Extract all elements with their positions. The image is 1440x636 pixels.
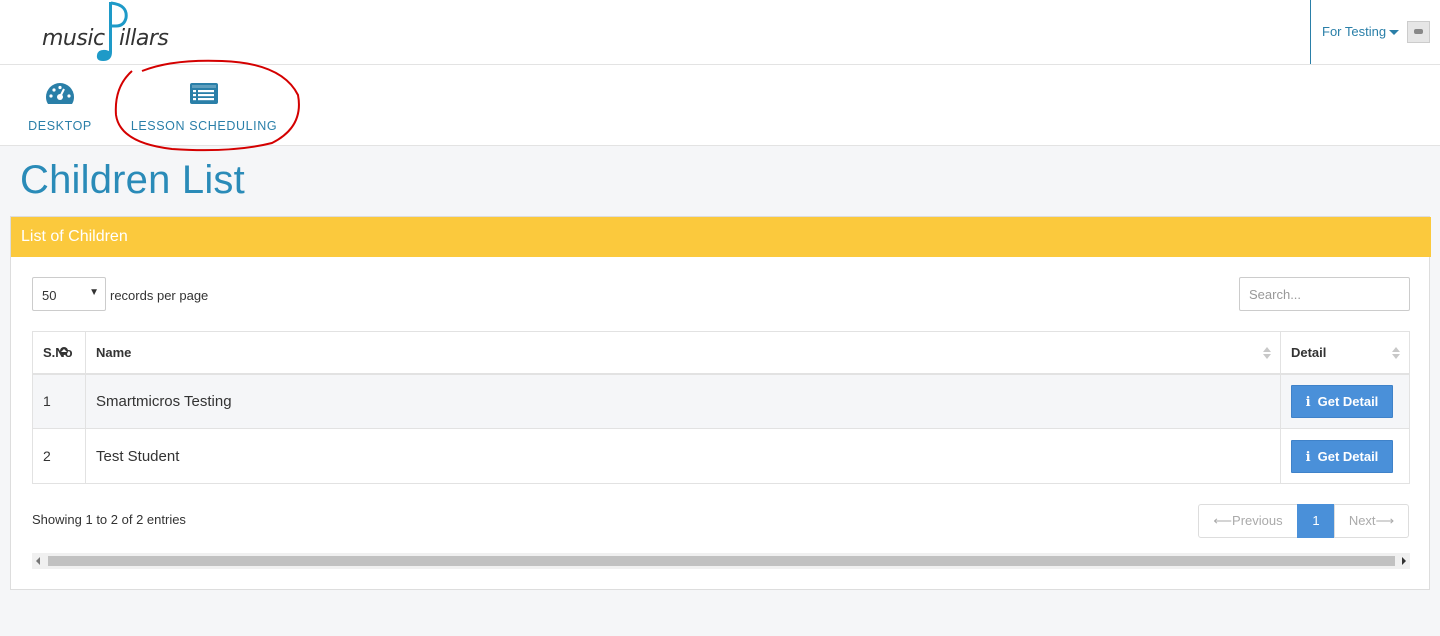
music-pillars-logo[interactable]: music illars [40, 0, 170, 64]
arrow-left-icon: ⟵ [1213, 513, 1233, 528]
list-icon [189, 82, 219, 111]
button-label: Get Detail [1317, 393, 1379, 409]
svg-text:illars: illars [119, 26, 168, 51]
cell-detail: i Get Detail [1279, 373, 1411, 429]
scroll-left-icon[interactable] [36, 557, 40, 565]
sort-asc-icon [60, 347, 68, 355]
records-per-page-select[interactable]: 50 ▼ [32, 277, 106, 311]
scrollbar-thumb[interactable] [48, 556, 1395, 566]
column-header-sno[interactable]: S.No [32, 331, 86, 375]
column-header-detail[interactable]: Detail [1279, 331, 1411, 375]
info-icon: i [1305, 394, 1311, 410]
entries-info: Showing 1 to 2 of 2 entries [32, 512, 186, 527]
svg-text:music: music [42, 26, 105, 51]
avatar[interactable] [1407, 21, 1430, 43]
records-per-page-label: records per page [110, 288, 209, 303]
dashboard-icon [45, 82, 75, 111]
caret-down-icon[interactable] [1389, 30, 1399, 35]
pagination: ⟵Previous 1 Next⟶ [1198, 504, 1409, 538]
next-label: Next [1348, 513, 1376, 528]
next-page-button[interactable]: Next⟶ [1334, 504, 1409, 538]
panel-header: List of Children [11, 217, 1431, 257]
sort-icon [1392, 347, 1400, 359]
cell-sno: 1 [32, 373, 86, 429]
cell-name: Smartmicros Testing [84, 373, 1281, 429]
table-row: 2 Test Student i Get Detail [32, 428, 1411, 484]
previous-label: Previous [1232, 513, 1283, 528]
caret-down-icon: ▼ [89, 287, 99, 298]
column-label: S.No [43, 344, 73, 360]
nav-label: LESSON SCHEDULING [130, 119, 278, 133]
cell-detail: i Get Detail [1279, 428, 1411, 484]
column-label: Detail [1290, 344, 1327, 360]
info-icon: i [1305, 449, 1311, 465]
top-header: music illars For Testing [0, 0, 1440, 65]
children-panel: List of Children 50 ▼ records per page S… [10, 216, 1431, 590]
previous-page-button[interactable]: ⟵Previous [1198, 504, 1298, 538]
nav-item-desktop[interactable]: DESKTOP [24, 65, 96, 145]
nav-label: DESKTOP [28, 119, 92, 133]
sort-icon [1262, 347, 1271, 359]
user-name[interactable]: For Testing [1322, 24, 1386, 39]
user-menu[interactable]: For Testing [1310, 0, 1440, 64]
arrow-right-icon: ⟶ [1375, 513, 1395, 528]
page-1-button[interactable]: 1 [1297, 504, 1335, 538]
button-label: Get Detail [1317, 448, 1379, 464]
get-detail-button[interactable]: i Get Detail [1290, 384, 1393, 418]
page-title: Children List [20, 158, 245, 202]
search-input[interactable] [1239, 277, 1410, 311]
column-label: Name [95, 344, 132, 360]
cell-sno: 2 [32, 428, 86, 484]
column-header-name[interactable]: Name [84, 331, 1281, 375]
scroll-right-icon[interactable] [1402, 557, 1406, 565]
horizontal-scrollbar[interactable] [32, 553, 1410, 569]
nav-item-lesson-scheduling[interactable]: LESSON SCHEDULING [130, 65, 278, 145]
panel-title: List of Children [21, 228, 128, 245]
get-detail-button[interactable]: i Get Detail [1290, 439, 1393, 473]
table-row: 1 Smartmicros Testing i Get Detail [32, 373, 1411, 429]
records-per-page-value: 50 [42, 288, 57, 303]
main-nav: DESKTOP LESSON SCHEDULING [0, 65, 1440, 146]
children-table: S.No Name Detail 1 Smartmicros Testing i… [32, 331, 1411, 484]
table-header-row: S.No Name Detail [32, 331, 1411, 375]
cell-name: Test Student [84, 428, 1281, 484]
